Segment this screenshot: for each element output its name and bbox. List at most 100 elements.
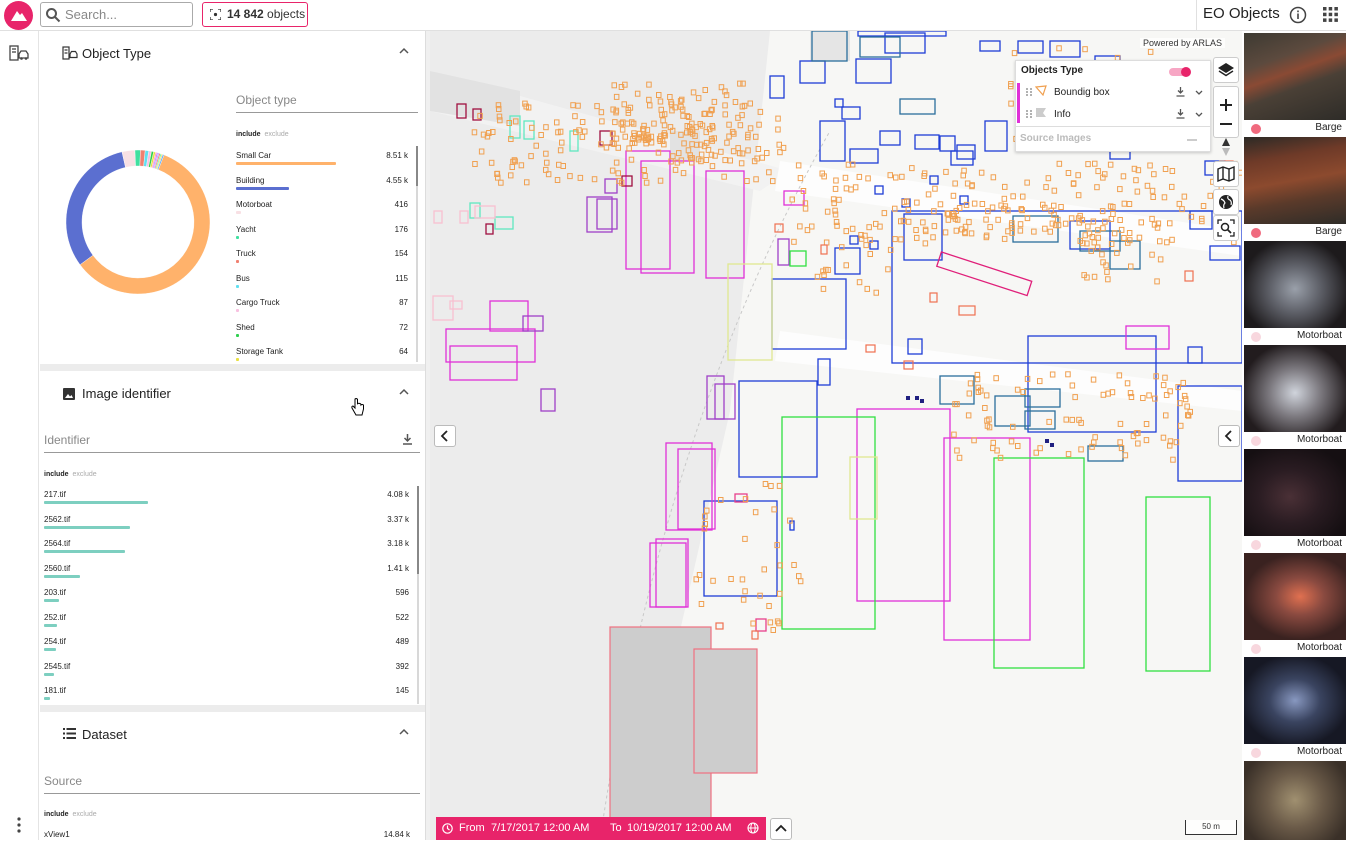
list-item-bar <box>44 525 130 529</box>
list-item[interactable]: 2545.tif 392 <box>44 662 409 686</box>
list-item[interactable]: Motorboat 416 <box>236 200 408 224</box>
list-item-label: 2562.tif <box>44 514 71 524</box>
thumbnail-image <box>1244 449 1346 536</box>
zoom-control[interactable] <box>1213 86 1239 138</box>
identifier-field[interactable]: Identifier <box>44 433 420 453</box>
include-exclude-toggle[interactable]: include exclude <box>44 811 97 818</box>
object-type-rail-icon[interactable] <box>9 45 29 61</box>
list-item[interactable]: 2562.tif 3.37 k <box>44 515 409 539</box>
map-view[interactable] <box>430 31 1242 840</box>
globe-button[interactable] <box>1213 189 1239 215</box>
clock-icon <box>442 823 453 834</box>
list-item-bar <box>44 648 57 651</box>
result-thumbnail[interactable]: Barge <box>1244 33 1346 137</box>
filter-panel: Object Type Object type include exclude S… <box>40 31 429 840</box>
list-item[interactable]: Small Car 8.51 k <box>236 151 408 175</box>
object-type-donut[interactable] <box>65 149 211 295</box>
include-exclude-toggle[interactable]: include exclude <box>44 471 97 478</box>
drag-handle-icon[interactable] <box>1025 87 1033 97</box>
zoom-out-icon[interactable] <box>1220 123 1232 125</box>
search-box[interactable] <box>40 2 193 27</box>
list-item-bar <box>236 284 239 288</box>
object-counter[interactable]: 14 842 objects <box>202 2 308 27</box>
list-icon <box>63 728 76 739</box>
list-item[interactable]: 2560.tif 1.41 k <box>44 564 409 588</box>
zoom-in-icon[interactable] <box>1220 99 1232 111</box>
globe-icon[interactable] <box>747 822 759 834</box>
list-item-label: xView1 <box>44 830 70 839</box>
list-item[interactable]: 2564.tif 3.18 k <box>44 539 409 563</box>
result-thumbnail[interactable]: Motorboat <box>1244 449 1346 553</box>
list-item-label: Yacht <box>236 224 256 234</box>
object-type-icon <box>62 46 78 60</box>
list-item-count: 14.84 k <box>383 830 410 839</box>
map-canvas[interactable] <box>430 31 1242 840</box>
download-icon[interactable] <box>1176 109 1185 119</box>
list-item-count: 87 <box>399 298 408 307</box>
list-item-count: 3.18 k <box>387 539 409 548</box>
list-item[interactable]: Truck 154 <box>236 249 408 273</box>
compass-button[interactable] <box>1213 134 1239 160</box>
list-item[interactable]: Yacht 176 <box>236 225 408 249</box>
scale-bar: 50 m <box>1185 820 1237 835</box>
expand-timeline-button[interactable] <box>770 818 792 840</box>
donut-slice[interactable] <box>65 151 126 266</box>
result-thumbnail[interactable] <box>1244 761 1346 840</box>
search-input[interactable] <box>65 6 185 23</box>
zoom-to-data-button[interactable] <box>1213 215 1239 241</box>
list-item-bar <box>236 309 239 312</box>
result-thumbnail[interactable]: Motorboat <box>1244 241 1346 345</box>
donut-slice[interactable] <box>134 149 141 167</box>
list-item[interactable]: 203.tif 596 <box>44 588 409 612</box>
list-item-label: 254.tif <box>44 637 66 646</box>
layer-group-title: Objects Type <box>1021 65 1084 76</box>
more-vert-icon[interactable] <box>17 817 21 833</box>
info-icon[interactable] <box>1289 6 1307 24</box>
chevron-up-icon[interactable] <box>399 728 409 735</box>
source-field[interactable]: Source <box>44 774 420 794</box>
list-item[interactable]: Building 4.55 k <box>236 176 408 200</box>
result-thumbnail[interactable]: Motorboat <box>1244 345 1346 449</box>
list-item-count: 72 <box>399 322 408 332</box>
list-item[interactable]: 252.tif 522 <box>44 613 409 637</box>
mouse-cursor <box>351 398 364 416</box>
collapse-right-button[interactable] <box>1218 425 1240 447</box>
list-item[interactable]: 217.tif 4.08 k <box>44 490 409 514</box>
list-item[interactable]: Shed 72 <box>236 323 408 347</box>
collapse-left-button[interactable] <box>434 425 456 447</box>
image-icon <box>63 388 75 400</box>
list-item[interactable]: 254.tif 489 <box>44 637 409 661</box>
list-item[interactable]: xView1 14.84 k <box>44 830 410 840</box>
list-item[interactable]: Cargo Truck 87 <box>236 298 408 322</box>
result-thumbnails: Barge Barge Motorboat Motorboat Motorboat Mot… <box>1242 31 1346 840</box>
chevron-up-icon[interactable] <box>399 47 409 54</box>
layer-group-toggle[interactable] <box>1169 67 1191 77</box>
source-images-group[interactable]: Source Images <box>1020 133 1091 144</box>
download-icon[interactable] <box>1176 87 1185 97</box>
thumbnail-label: Motorboat <box>1296 746 1342 757</box>
list-item[interactable]: Bus 115 <box>236 274 408 298</box>
arlas-logo[interactable] <box>4 1 33 30</box>
list-item-label: Bus <box>236 273 250 283</box>
chevron-up-icon[interactable] <box>399 388 409 395</box>
time-range-bar[interactable]: From 7/17/2017 12:00 AM To 10/19/2017 12… <box>436 817 766 840</box>
powered-by: Powered by ARLAS <box>1140 38 1226 48</box>
time-to-label: To <box>610 822 622 834</box>
chevron-down-icon[interactable] <box>1195 90 1203 96</box>
result-thumbnail[interactable]: Motorboat <box>1244 657 1346 761</box>
list-item-bar <box>236 235 239 239</box>
thumbnail-label: Motorboat <box>1296 434 1342 445</box>
result-thumbnail[interactable]: Barge <box>1244 137 1346 241</box>
basemap-button[interactable] <box>1213 161 1239 187</box>
layers-button[interactable] <box>1213 57 1239 83</box>
list-item-label: 2560.tif <box>44 563 71 573</box>
chevron-left-icon <box>1224 430 1232 442</box>
result-thumbnail[interactable]: Motorboat <box>1244 553 1346 657</box>
download-icon[interactable] <box>402 434 413 445</box>
include-exclude-toggle[interactable]: include exclude <box>236 131 289 138</box>
drag-handle-icon[interactable] <box>1025 109 1033 119</box>
list-item-count: 145 <box>395 686 409 695</box>
chevron-down-icon[interactable] <box>1195 112 1203 118</box>
object-type-field[interactable]: Object type <box>236 93 418 113</box>
apps-grid-icon[interactable] <box>1323 7 1338 22</box>
